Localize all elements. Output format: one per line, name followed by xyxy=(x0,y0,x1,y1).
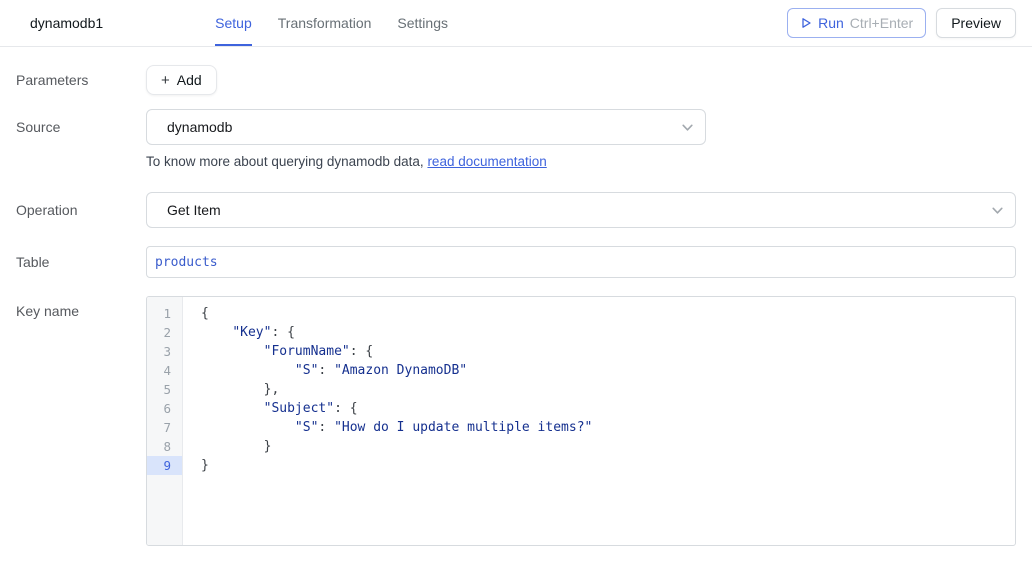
preview-button[interactable]: Preview xyxy=(936,8,1016,38)
editor-gutter: 1 2 3 4 5 6 7 8 9 xyxy=(147,297,183,545)
code-line[interactable]: "ForumName": { xyxy=(183,342,1015,361)
run-shortcut: Ctrl+Enter xyxy=(850,15,913,31)
source-label: Source xyxy=(16,109,146,169)
chevron-down-icon xyxy=(680,120,695,138)
code-line[interactable]: { xyxy=(183,304,1015,323)
operation-select[interactable]: Get Item xyxy=(146,192,1016,228)
read-documentation-link[interactable]: read documentation xyxy=(427,154,546,169)
run-button[interactable]: Run Ctrl+Enter xyxy=(787,8,926,38)
run-label: Run xyxy=(818,15,844,31)
header-actions: Run Ctrl+Enter Preview xyxy=(787,8,1016,38)
table-input[interactable] xyxy=(146,246,1016,278)
plus-icon: + xyxy=(161,73,170,88)
source-help-prefix: To know more about querying dynamodb dat… xyxy=(146,154,427,169)
operation-row: Operation Get Item xyxy=(16,192,1032,228)
source-selected-value: dynamodb xyxy=(167,119,232,135)
code-line[interactable]: "Subject": { xyxy=(183,399,1015,418)
source-help-text: To know more about querying dynamodb dat… xyxy=(146,154,1016,169)
tab-transformation[interactable]: Transformation xyxy=(278,0,372,46)
line-number: 8 xyxy=(147,437,182,456)
table-label: Table xyxy=(16,246,146,278)
line-number: 3 xyxy=(147,342,182,361)
line-number: 1 xyxy=(147,304,182,323)
key-name-label: Key name xyxy=(16,296,146,546)
line-number: 7 xyxy=(147,418,182,437)
add-parameter-label: Add xyxy=(177,72,202,88)
tab-setup[interactable]: Setup xyxy=(215,0,252,46)
play-icon xyxy=(800,17,812,29)
code-line[interactable]: } xyxy=(183,437,1015,456)
key-name-code-editor[interactable]: 1 2 3 4 5 6 7 8 9 { "Key": { "ForumName"… xyxy=(146,296,1016,546)
query-setup-form: Parameters + Add Source dynamodb To know… xyxy=(0,65,1032,546)
line-number: 6 xyxy=(147,399,182,418)
tab-settings[interactable]: Settings xyxy=(397,0,448,46)
editor-code-area[interactable]: { "Key": { "ForumName": { "S": "Amazon D… xyxy=(183,297,1015,545)
parameters-label: Parameters xyxy=(16,65,146,95)
line-number: 2 xyxy=(147,323,182,342)
code-line[interactable]: "S": "Amazon DynamoDB" xyxy=(183,361,1015,380)
parameters-row: Parameters + Add xyxy=(16,65,1032,95)
key-name-row: Key name 1 2 3 4 5 6 7 8 9 { "Key": { xyxy=(16,296,1032,546)
operation-label: Operation xyxy=(16,192,146,228)
source-select[interactable]: dynamodb xyxy=(146,109,706,145)
add-parameter-button[interactable]: + Add xyxy=(146,65,217,95)
line-number: 4 xyxy=(147,361,182,380)
operation-selected-value: Get Item xyxy=(167,202,221,218)
line-number-active: 9 xyxy=(147,456,182,475)
code-line[interactable]: "S": "How do I update multiple items?" xyxy=(183,418,1015,437)
query-title: dynamodb1 xyxy=(30,15,103,31)
chevron-down-icon xyxy=(990,203,1005,221)
code-line[interactable]: } xyxy=(183,456,1015,475)
table-row: Table xyxy=(16,246,1032,278)
code-line[interactable]: "Key": { xyxy=(183,323,1015,342)
tab-bar: Setup Transformation Settings xyxy=(215,0,448,46)
code-line[interactable]: }, xyxy=(183,380,1015,399)
source-row: Source dynamodb To know more about query… xyxy=(16,109,1032,169)
line-number: 5 xyxy=(147,380,182,399)
query-header: dynamodb1 Setup Transformation Settings … xyxy=(0,0,1032,47)
